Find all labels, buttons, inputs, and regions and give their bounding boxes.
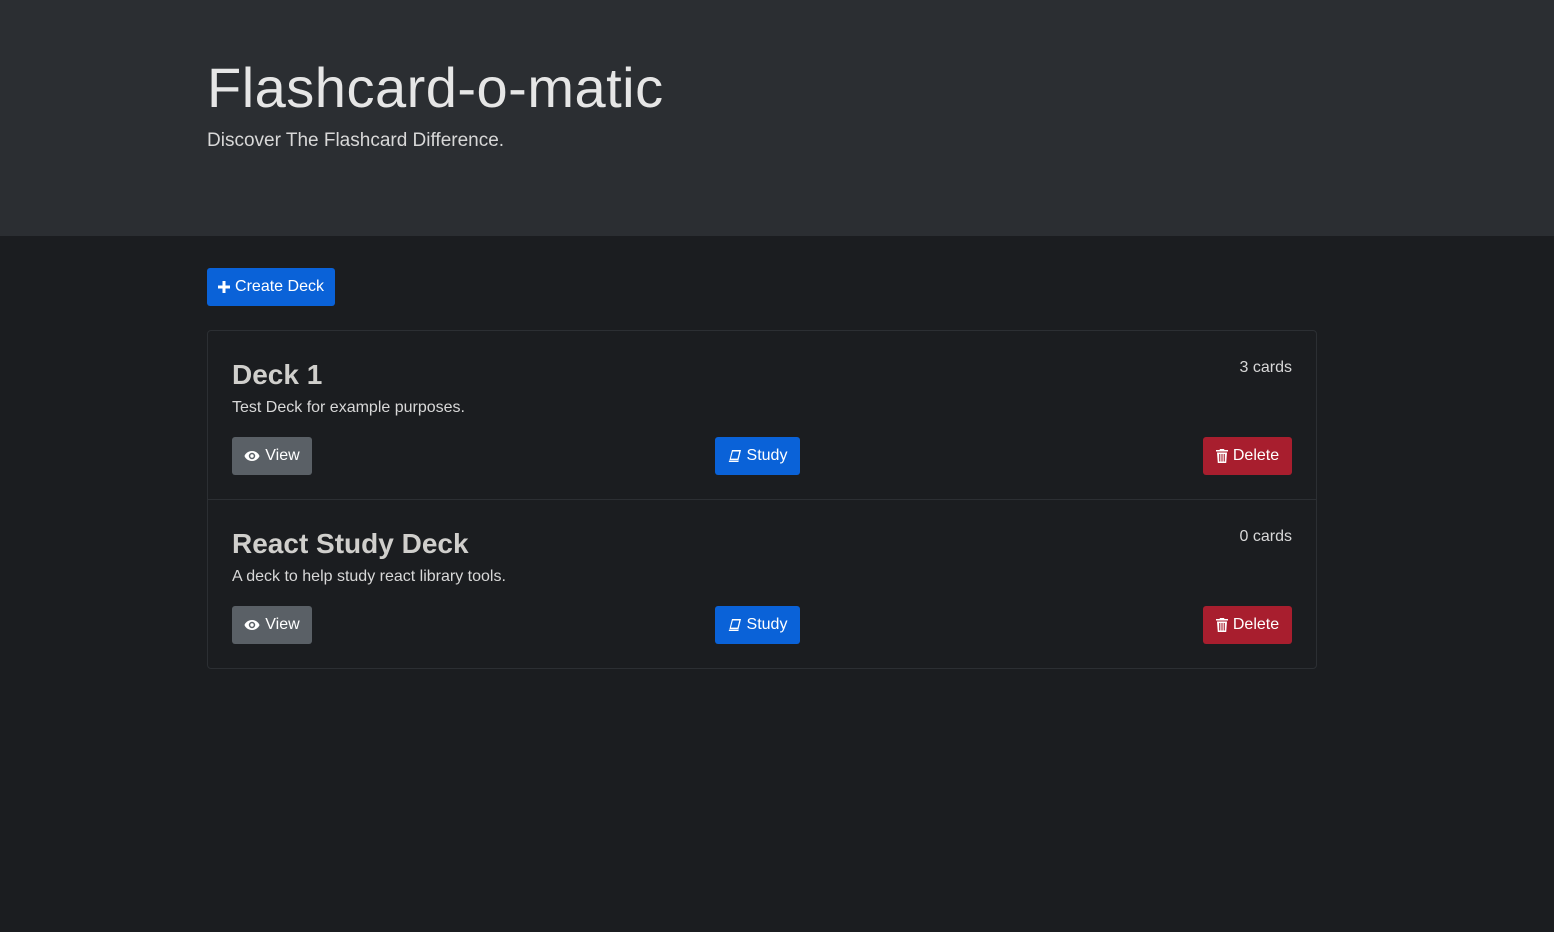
book-icon — [728, 618, 742, 632]
study-label: Study — [746, 447, 788, 464]
deck-description: A deck to help study react library tools… — [232, 568, 506, 585]
deck-card: React Study Deck 0 cards A deck to help … — [208, 500, 1316, 668]
deck-card: Deck 1 3 cards Test Deck for example pur… — [208, 331, 1316, 500]
delete-label: Delete — [1232, 447, 1280, 464]
deck-actions: View Study Delete — [232, 437, 1292, 475]
delete-deck-button[interactable]: Delete — [1203, 606, 1292, 644]
delete-label: Delete — [1232, 616, 1280, 633]
deck-actions: View Study Delete — [232, 606, 1292, 644]
delete-deck-button[interactable]: Delete — [1203, 437, 1292, 475]
book-icon — [728, 449, 742, 463]
deck-card-count: 0 cards — [1239, 528, 1292, 545]
view-label: View — [265, 616, 300, 633]
app-subtitle: Discover The Flashcard Difference. — [207, 130, 505, 151]
deck-list: Deck 1 3 cards Test Deck for example pur… — [207, 330, 1317, 669]
trash-icon — [1215, 449, 1228, 463]
create-deck-label: Create Deck — [235, 278, 324, 295]
deck-description: Test Deck for example purposes. — [232, 399, 465, 416]
trash-icon — [1215, 618, 1228, 632]
header-content: Flashcard-o-matic Discover The Flashcard… — [207, 52, 664, 152]
study-deck-button[interactable]: Study — [715, 606, 800, 644]
study-label: Study — [746, 616, 788, 633]
deck-card-count: 3 cards — [1239, 359, 1292, 376]
deck-name: Deck 1 — [232, 359, 323, 390]
view-label: View — [265, 447, 300, 464]
eye-icon — [244, 619, 260, 631]
plus-icon — [218, 281, 231, 293]
create-deck-button[interactable]: Create Deck — [207, 268, 335, 306]
eye-icon — [244, 450, 260, 462]
deck-name: React Study Deck — [232, 528, 469, 559]
view-deck-button[interactable]: View — [232, 606, 312, 644]
container: Create Deck Deck 1 3 cards Test Deck for… — [207, 268, 1317, 669]
app-title: Flashcard-o-matic — [207, 56, 664, 119]
study-deck-button[interactable]: Study — [715, 437, 800, 475]
jumbotron-header: Flashcard-o-matic Discover The Flashcard… — [0, 0, 1554, 236]
view-deck-button[interactable]: View — [232, 437, 312, 475]
